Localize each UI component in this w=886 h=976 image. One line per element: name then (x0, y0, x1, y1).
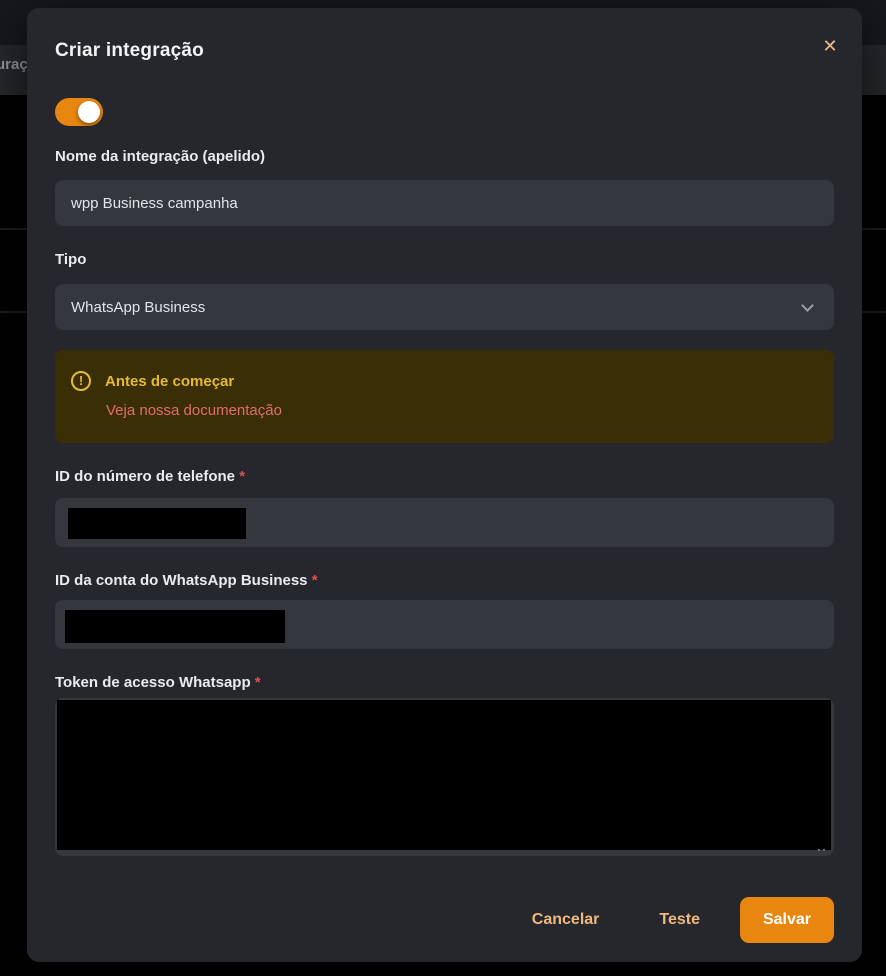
phone-id-input[interactable] (55, 498, 834, 547)
waba-id-label: ID da conta do WhatsApp Business * (55, 572, 318, 589)
type-select[interactable]: WhatsApp Business (55, 284, 834, 330)
waba-id-input[interactable] (55, 600, 834, 649)
token-label-text: Token de acesso Whatsapp (55, 674, 251, 691)
alert-circle-icon: ! (71, 371, 91, 391)
chevron-down-icon (801, 299, 814, 312)
phone-id-label-text: ID do número de telefone (55, 468, 235, 485)
token-label: Token de acesso Whatsapp * (55, 674, 261, 691)
waba-id-label-text: ID da conta do WhatsApp Business (55, 572, 308, 589)
redacted-value (57, 700, 831, 850)
required-asterisk: * (255, 674, 261, 691)
notice-title: Antes de começar (105, 373, 234, 390)
redacted-value (65, 610, 285, 643)
background-partial-nav-text: uraç (0, 56, 28, 73)
cancel-button[interactable]: Cancelar (532, 901, 600, 939)
modal-footer: Cancelar Teste Salvar (532, 897, 834, 943)
save-button[interactable]: Salvar (740, 897, 834, 943)
token-textarea[interactable] (55, 698, 834, 856)
integration-name-input[interactable] (55, 180, 834, 226)
close-icon[interactable]: ✕ (814, 32, 846, 60)
required-asterisk: * (312, 572, 318, 589)
redacted-value (68, 508, 246, 539)
test-button[interactable]: Teste (659, 901, 700, 939)
documentation-link[interactable]: Veja nossa documentação (106, 402, 282, 419)
phone-id-label: ID do número de telefone * (55, 468, 245, 485)
resize-handle[interactable] (818, 849, 828, 853)
required-asterisk: * (239, 468, 245, 485)
toggle-knob (78, 101, 100, 123)
type-select-value: WhatsApp Business (71, 299, 205, 316)
integration-enabled-toggle[interactable] (55, 98, 103, 126)
name-label: Nome da integração (apelido) (55, 148, 265, 165)
modal-title: Criar integração (55, 40, 204, 62)
create-integration-modal: ✕ Criar integração Nome da integração (a… (27, 8, 862, 962)
notice-box: ! Antes de começar Veja nossa documentaç… (55, 350, 834, 443)
type-label: Tipo (55, 251, 86, 268)
